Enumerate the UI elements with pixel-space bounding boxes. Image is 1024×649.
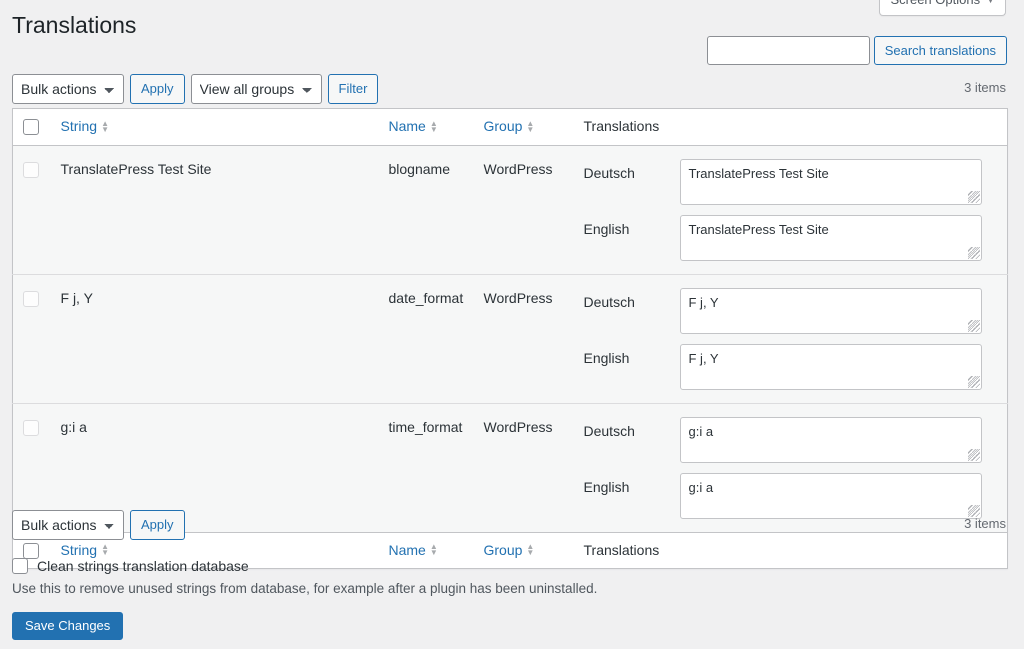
translations-table: String ▲ ▼ Name ▲ ▼ Group ▲ ▼ Translatio…	[12, 108, 1008, 570]
cell-string: TranslatePress Test Site	[60, 160, 212, 177]
admin-page: Screen Options ▼ Translations Search tra…	[0, 0, 1024, 649]
translation-line: Deutsch	[583, 158, 998, 205]
sort-arrows-icon: ▲ ▼	[101, 542, 109, 558]
search-translations-button[interactable]: Search translations	[873, 36, 1007, 65]
select-all-header	[12, 108, 51, 146]
clean-db-row: Clean strings translation database	[12, 558, 249, 574]
column-label-name: Name	[388, 541, 426, 558]
language-label: English	[583, 349, 630, 366]
sort-name-link-footer[interactable]: Name ▲ ▼	[389, 541, 438, 561]
save-changes-button[interactable]: Save Changes	[12, 612, 124, 640]
language-label: English	[583, 220, 630, 237]
cell-translations: Deutsch English	[573, 273, 1008, 404]
apply-button-bottom[interactable]: Apply	[130, 510, 185, 540]
translation-textarea[interactable]	[679, 214, 982, 261]
sort-arrows-icon: ▲ ▼	[429, 542, 438, 558]
screen-options-label: Screen Options	[890, 0, 980, 9]
translation-line: English	[583, 343, 998, 390]
column-label-string: String	[60, 118, 98, 134]
row-checkbox[interactable]	[23, 290, 39, 307]
cell-string: F j, Y	[50, 273, 379, 404]
row-select-cell	[12, 273, 51, 404]
row-checkbox[interactable]	[23, 419, 39, 436]
clean-db-label: Clean strings translation database	[37, 558, 249, 574]
tablenav-bottom: Bulk actions Apply 3 items	[0, 510, 1024, 540]
sort-arrows-icon: ▲ ▼	[429, 118, 438, 134]
language-label: Deutsch	[583, 422, 635, 439]
sort-arrows-icon: ▲ ▼	[101, 118, 109, 134]
row-select-cell	[13, 145, 51, 274]
column-header-name: Name ▲ ▼	[378, 108, 474, 146]
translation-textarea[interactable]	[679, 343, 982, 390]
tablenav-top: Bulk actions Apply View all groups Filte…	[0, 74, 1024, 104]
translation-input-wrap	[679, 158, 982, 205]
column-label-name: Name	[388, 118, 426, 134]
language-label: English	[583, 478, 630, 495]
column-label-group: Group	[483, 541, 523, 558]
sort-arrows-icon: ▲ ▼	[526, 118, 535, 134]
cell-group: WordPress	[473, 273, 574, 404]
language-label: Deutsch	[583, 164, 635, 181]
tablenav-top-actions: Bulk actions Apply View all groups Filte…	[12, 74, 379, 104]
filter-button[interactable]: Filter	[327, 74, 379, 104]
translation-textarea[interactable]	[679, 416, 982, 463]
chevron-down-icon: ▼	[986, 0, 995, 5]
translation-textarea[interactable]	[679, 158, 982, 205]
screen-options-button[interactable]: Screen Options ▼	[879, 0, 1006, 16]
table-row: TranslatePress Test Site blogname WordPr…	[12, 145, 1008, 275]
translation-input-wrap	[679, 287, 982, 334]
bulk-actions-select-bottom[interactable]: Bulk actions	[12, 510, 124, 540]
column-header-group: Group ▲ ▼	[473, 108, 574, 146]
cell-name: date_format	[378, 273, 474, 404]
translation-line: English	[583, 214, 998, 261]
translation-line: Deutsch	[583, 416, 998, 463]
search-input[interactable]	[706, 36, 870, 65]
column-label-group: Group	[483, 118, 523, 134]
tablenav-bottom-actions: Bulk actions Apply	[12, 510, 185, 540]
table-head: String ▲ ▼ Name ▲ ▼ Group ▲ ▼ Translatio…	[12, 108, 1008, 146]
view-groups-select[interactable]: View all groups	[190, 74, 322, 104]
search-box: Search translations	[706, 36, 1007, 65]
column-header-string: String ▲ ▼	[50, 108, 379, 146]
clean-db-checkbox[interactable]	[12, 558, 28, 574]
translation-input-wrap	[679, 416, 982, 463]
bulk-actions-select-top[interactable]: Bulk actions	[12, 74, 124, 104]
page-title: Translations	[12, 12, 137, 38]
cell-translations: Deutsch English	[574, 145, 1008, 274]
translation-input-wrap	[679, 343, 982, 390]
translation-textarea[interactable]	[679, 287, 982, 334]
select-all-checkbox-bottom[interactable]	[23, 542, 39, 559]
sort-name-link[interactable]: Name ▲ ▼	[389, 117, 438, 137]
language-label: Deutsch	[583, 293, 635, 310]
select-all-checkbox-top[interactable]	[23, 119, 39, 136]
displaying-num-bottom: 3 items	[964, 516, 1006, 531]
sort-arrows-icon: ▲ ▼	[526, 542, 535, 558]
row-checkbox[interactable]	[23, 161, 39, 178]
table-row: F j, Y date_format WordPress Deutsch Eng…	[12, 273, 1008, 404]
translation-input-wrap	[679, 214, 982, 261]
apply-button-top[interactable]: Apply	[130, 74, 185, 104]
column-header-translations: Translations	[573, 108, 1008, 146]
clean-db-description: Use this to remove unused strings from d…	[12, 581, 598, 596]
displaying-num-top: 3 items	[964, 80, 1006, 95]
table-header-row: String ▲ ▼ Name ▲ ▼ Group ▲ ▼ Translatio…	[12, 108, 1008, 146]
table-body: TranslatePress Test Site blogname WordPr…	[12, 145, 1008, 533]
sort-string-link[interactable]: String ▲ ▼	[61, 117, 110, 137]
sort-group-link-footer[interactable]: Group ▲ ▼	[484, 541, 535, 561]
cell-group: WordPress	[483, 160, 553, 177]
cell-name: blogname	[388, 160, 451, 177]
translation-line: Deutsch	[583, 287, 998, 334]
sort-group-link[interactable]: Group ▲ ▼	[484, 117, 535, 137]
